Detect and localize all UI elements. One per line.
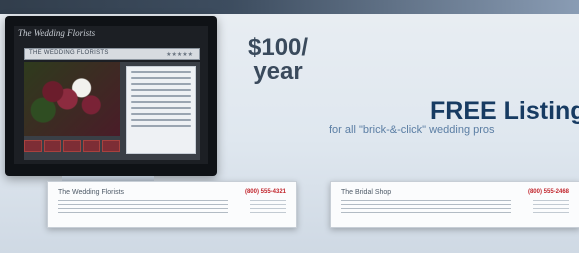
listing-name: The Wedding Florists — [58, 189, 125, 196]
thumbnail-strip — [24, 140, 120, 152]
thumbnail — [102, 140, 120, 152]
info-line — [131, 95, 191, 97]
flower-photo — [24, 62, 120, 136]
screen-header-title: THE WEDDING FLORISTS — [29, 50, 109, 56]
listing-card[interactable]: The Wedding Florists (800) 555-4321 — [47, 181, 297, 228]
listing-description — [58, 200, 228, 216]
info-line — [131, 113, 191, 115]
monitor: The Wedding Florists THE WEDDING FLORIST… — [5, 16, 217, 176]
thumbnail — [43, 140, 62, 152]
price-period: year — [253, 58, 303, 85]
price-amount: $100/ — [248, 34, 309, 61]
info-line — [131, 83, 191, 85]
listing-name: The Bridal Shop — [341, 189, 392, 196]
info-line — [131, 71, 191, 73]
listing-location — [533, 200, 569, 216]
screen-logo: The Wedding Florists — [18, 28, 96, 38]
info-line — [131, 107, 191, 109]
info-line — [131, 101, 191, 103]
top-strip — [0, 0, 579, 14]
thumbnail — [63, 140, 81, 152]
free-listing-title: FREE Listing — [430, 97, 579, 125]
info-panel — [126, 66, 196, 154]
listing-phone: (800) 555-4321 — [244, 189, 286, 195]
monitor-screen: The Wedding Florists THE WEDDING FLORIST… — [14, 26, 208, 164]
screen-header: THE WEDDING FLORISTS ★★★★★ — [24, 48, 200, 60]
listing-location — [250, 200, 286, 216]
info-line — [131, 119, 191, 121]
listing-description — [341, 200, 511, 216]
info-line — [131, 125, 191, 127]
thumbnail — [82, 140, 101, 152]
listing-card[interactable]: The Bridal Shop (800) 555-2468 — [330, 181, 579, 228]
listing-phone: (800) 555-2468 — [527, 189, 569, 195]
thumbnail — [24, 140, 42, 152]
free-listing-subtitle: for all "brick-&-click" wedding pros — [329, 124, 495, 136]
rating-stars: ★★★★★ — [166, 52, 193, 58]
info-line — [131, 89, 191, 91]
info-line — [131, 77, 191, 79]
content-panel — [24, 62, 200, 160]
price-callout: $100/ year — [248, 36, 308, 84]
